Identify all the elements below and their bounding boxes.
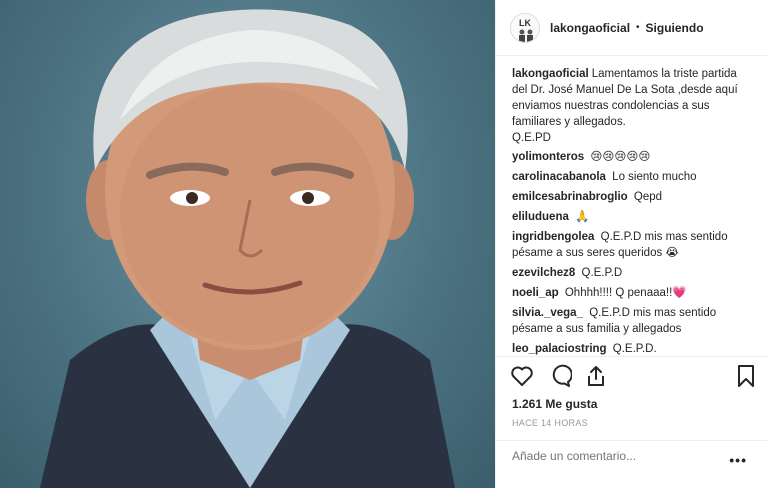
post-photo[interactable] <box>0 0 495 488</box>
post-header: LK lakongaoficial • Siguiendo <box>496 0 767 56</box>
comment-item: emilcesabrinabroglio Qepd <box>512 189 752 205</box>
comment-text: Ohhhh!!!! Q penaaa!!💗 <box>564 287 687 299</box>
divider <box>496 356 767 357</box>
comment-text: Lo siento mucho <box>612 171 697 183</box>
header-separator: • <box>636 22 640 33</box>
bookmark-icon[interactable] <box>734 364 758 388</box>
comment-text: 🙏 <box>575 211 590 223</box>
instagram-post: LK lakongaoficial • Siguiendo lakongaofi… <box>0 0 767 488</box>
comment-text: Q.E.P.D. <box>612 343 657 355</box>
heart-icon[interactable] <box>510 364 534 388</box>
comment-username[interactable]: leo_palaciostring <box>512 343 607 355</box>
post-timestamp: HACE 14 HORAS <box>512 418 588 428</box>
comment-username[interactable]: carolinacabanola <box>512 171 606 183</box>
comment-text: 😢😢😢😢😢 <box>590 151 651 163</box>
comment-username[interactable]: emilcesabrinabroglio <box>512 191 628 203</box>
comment-item: leo_palaciostring Q.E.P.D. <box>512 341 752 357</box>
divider <box>496 440 767 441</box>
comment-icon[interactable] <box>548 364 572 388</box>
avatar[interactable]: LK <box>510 12 540 43</box>
comment-username[interactable]: eliluduena <box>512 211 569 223</box>
caption: lakongaoficial Lamentamos la triste parti… <box>512 66 752 146</box>
likes-count[interactable]: 1.261 Me gusta <box>512 397 597 411</box>
action-bar <box>510 364 758 390</box>
comment-item: carolinacabanola Lo siento mucho <box>512 169 752 185</box>
caption-username[interactable]: lakongaoficial <box>512 68 589 80</box>
caption-text-2: Q.E.PD <box>512 132 551 144</box>
comment-item: ingridbengolea Q.E.P.D mis mas sentido p… <box>512 229 752 261</box>
avatar-figures-icon <box>519 29 533 42</box>
follow-status-button[interactable]: Siguiendo <box>646 21 704 35</box>
portrait-image <box>40 9 455 488</box>
comment-item: eliluduena 🙏 <box>512 209 752 225</box>
comment-item: noeli_ap Ohhhh!!!! Q penaaa!!💗 <box>512 285 752 301</box>
share-icon[interactable] <box>584 364 608 388</box>
comment-text: Qepd <box>633 191 663 203</box>
comment-text: Q.E.P.D <box>581 267 623 279</box>
comment-item: silvia._vega_ Q.E.P.D mis mas sentido pé… <box>512 305 752 337</box>
avatar-logo: LK <box>519 17 531 28</box>
header-username[interactable]: lakongaoficial <box>550 21 630 35</box>
comment-username[interactable]: ezevilchez8 <box>512 267 575 279</box>
add-comment-input[interactable] <box>512 449 722 463</box>
comment-username[interactable]: noeli_ap <box>512 287 559 299</box>
comment-username[interactable]: yolimonteros <box>512 151 584 163</box>
comment-username[interactable]: ingridbengolea <box>512 231 594 243</box>
comment-item: ezevilchez8 Q.E.P.D <box>512 265 752 281</box>
post-side-panel: LK lakongaoficial • Siguiendo lakongaofi… <box>495 0 767 488</box>
comments-list: lakongaoficial Lamentamos la triste parti… <box>496 66 767 361</box>
comment-username[interactable]: silvia._vega_ <box>512 307 583 319</box>
comment-item: yolimonteros 😢😢😢😢😢 <box>512 149 752 165</box>
more-options-button[interactable]: ••• <box>729 452 747 468</box>
